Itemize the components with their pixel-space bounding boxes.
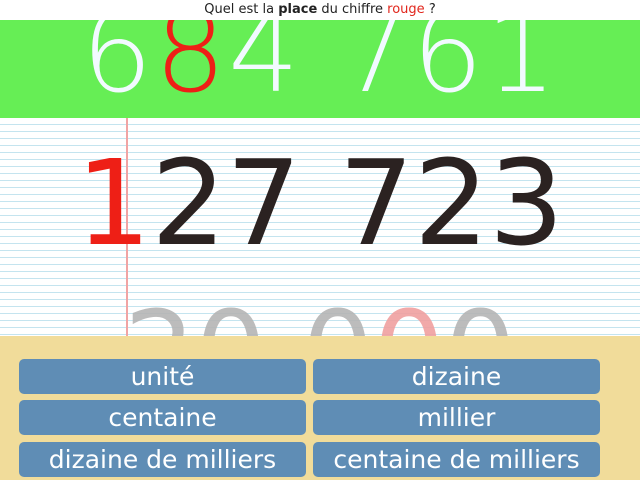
previous-number-band: 684 761 xyxy=(0,20,640,118)
next-number-before: 20 0 xyxy=(124,288,373,336)
answer-button-dizaine[interactable]: dizaine xyxy=(313,359,600,394)
answer-button-centaine[interactable]: centaine xyxy=(19,400,306,435)
current-number-after: 27 723 xyxy=(151,134,564,272)
answer-button-centaine-de-milliers[interactable]: centaine de milliers xyxy=(313,442,600,477)
question-part1: Quel est la xyxy=(204,2,279,17)
next-number-highlighted-digit: 0 xyxy=(373,288,444,336)
answer-button-dizaine-de-milliers[interactable]: dizaine de milliers xyxy=(19,442,306,477)
question-keyword-place: place xyxy=(278,2,318,17)
next-number: 20 000 xyxy=(0,293,640,336)
previous-number-after: 4 761 xyxy=(227,20,559,118)
lined-paper: 127 723 20 000 xyxy=(0,118,640,336)
question-part5: ? xyxy=(424,2,436,17)
next-number-after: 0 xyxy=(445,288,516,336)
answer-panel: unité dizaine centaine millier dizaine d… xyxy=(0,336,640,480)
answer-button-millier[interactable]: millier xyxy=(313,400,600,435)
previous-number-highlighted-digit: 8 xyxy=(154,20,228,118)
current-number: 127 723 xyxy=(0,138,640,268)
previous-number-before: 6 xyxy=(81,20,155,118)
question-keyword-rouge: rouge xyxy=(387,2,425,17)
previous-number: 684 761 xyxy=(0,20,640,118)
current-number-highlighted-digit: 1 xyxy=(76,134,152,272)
question-text: Quel est la place du chiffre rouge ? xyxy=(0,0,640,20)
answer-button-unite[interactable]: unité xyxy=(19,359,306,394)
question-part3: du chiffre xyxy=(317,2,388,17)
